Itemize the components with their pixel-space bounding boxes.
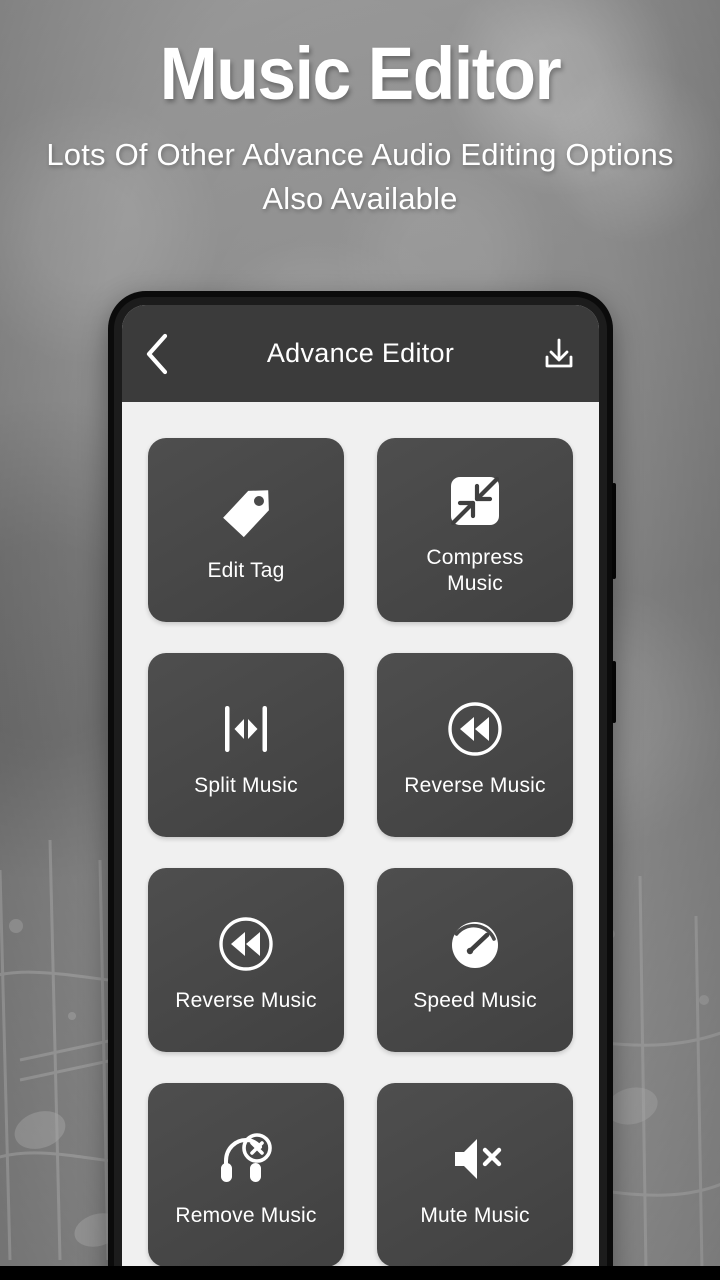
page-subtitle: Lots Of Other Advance Audio Editing Opti…	[46, 137, 674, 217]
speedometer-icon	[452, 921, 498, 968]
grid-item-compress-music[interactable]: Compress Music	[377, 438, 573, 622]
grid-item-reverse-music-1[interactable]: Reverse Music	[377, 653, 573, 837]
grid-item-label: Mute Music	[420, 1203, 530, 1227]
headphones-off-icon	[221, 1133, 272, 1182]
card-icon-wrap	[215, 476, 277, 552]
promo-screenshot: Music Editor Lots Of Other Advance Audio…	[0, 0, 720, 1280]
grid-item-reverse-music-2[interactable]: Reverse Music	[148, 868, 344, 1052]
card-icon-wrap	[445, 1121, 505, 1197]
grid-item-label: Split Music	[194, 773, 298, 797]
rewind-circle-icon	[448, 702, 502, 756]
grid-item-split-music[interactable]: Split Music	[148, 653, 344, 837]
volume-mute-icon	[455, 1138, 502, 1179]
back-button[interactable]	[144, 331, 190, 377]
grid-item-speed-music[interactable]: Speed Music	[377, 868, 573, 1052]
phone-power-button[interactable]	[612, 661, 616, 723]
card-icon-wrap	[216, 1121, 276, 1197]
grid-item-edit-tag[interactable]: Edit Tag	[148, 438, 344, 622]
grid-item-label: Remove Music	[175, 1203, 317, 1227]
grid-item-label: Reverse Music	[175, 988, 317, 1012]
chevron-left-icon	[146, 333, 168, 374]
grid-item-mute-music[interactable]: Mute Music	[377, 1083, 573, 1267]
card-icon-wrap	[446, 906, 504, 982]
bottom-edge	[0, 1266, 720, 1280]
card-icon-wrap	[446, 463, 504, 539]
page-title: Music Editor	[159, 32, 562, 115]
card-icon-wrap	[445, 691, 505, 767]
tag-icon	[223, 490, 269, 537]
split-icon	[225, 705, 267, 752]
phone-screen: Advance Editor Edit Tag Compress Music S…	[122, 305, 599, 1280]
card-icon-wrap	[216, 906, 276, 982]
phone-mockup: Advance Editor Edit Tag Compress Music S…	[108, 291, 616, 1280]
promo-text-block: Music Editor Lots Of Other Advance Audio…	[0, 36, 720, 222]
download-button[interactable]	[531, 331, 577, 377]
app-bar: Advance Editor	[122, 305, 599, 402]
grid-item-label: Compress Music	[426, 545, 524, 595]
grid-item-label: Speed Music	[413, 988, 537, 1012]
phone-volume-button[interactable]	[612, 483, 616, 579]
grid-item-label: Edit Tag	[207, 558, 285, 582]
feature-grid: Edit Tag Compress Music Split Music Reve…	[122, 402, 599, 1280]
rewind-circle-icon	[219, 917, 273, 971]
download-icon	[545, 338, 573, 367]
card-icon-wrap	[215, 691, 277, 767]
app-bar-title: Advance Editor	[266, 338, 455, 368]
compress-icon	[450, 476, 500, 525]
grid-item-remove-music[interactable]: Remove Music	[148, 1083, 344, 1267]
grid-item-label: Reverse Music	[404, 773, 546, 797]
